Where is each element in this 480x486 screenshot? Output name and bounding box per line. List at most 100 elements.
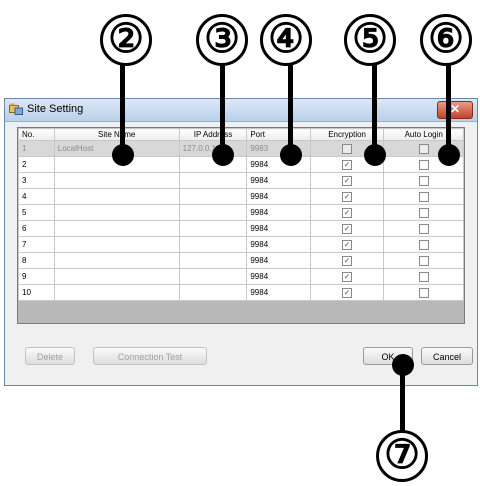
- auto-login-checkbox-cell: [383, 188, 464, 205]
- callout-2: ②: [100, 14, 152, 66]
- encryption-checkbox[interactable]: [342, 143, 353, 154]
- table-row[interactable]: 9 9984 ✓: [18, 268, 464, 285]
- encryption-checkbox-cell: ✓: [309, 236, 385, 253]
- encryption-checkbox[interactable]: ✓: [342, 223, 353, 234]
- row-number: 3: [18, 172, 55, 189]
- auto-login-checkbox-cell: [383, 172, 464, 189]
- auto-login-checkbox-cell: [383, 204, 464, 221]
- callout-3-leader: [220, 65, 225, 151]
- ip-address-cell[interactable]: [178, 220, 248, 237]
- auto-login-checkbox[interactable]: [418, 287, 429, 298]
- site-setting-icon: [9, 103, 23, 115]
- auto-login-checkbox[interactable]: [418, 239, 429, 250]
- auto-login-checkbox-cell: [383, 268, 464, 285]
- row-number: 1: [18, 140, 55, 157]
- ip-address-cell[interactable]: [178, 284, 248, 301]
- port-cell[interactable]: 9984: [246, 172, 311, 189]
- table-row[interactable]: 6 9984 ✓: [18, 220, 464, 237]
- encryption-checkbox[interactable]: ✓: [342, 207, 353, 218]
- site-name-cell[interactable]: [53, 204, 180, 221]
- callout-4: ④: [260, 14, 312, 66]
- port-cell[interactable]: 9984: [246, 252, 311, 269]
- site-name-cell[interactable]: [53, 220, 180, 237]
- callout-7-dot: [392, 354, 414, 376]
- header-auto-login: Auto Login: [383, 128, 464, 141]
- ip-address-cell[interactable]: [178, 268, 248, 285]
- callout-6-dot: [438, 144, 460, 166]
- auto-login-checkbox[interactable]: [418, 271, 429, 282]
- site-table: No. Site Name IP Address Port Encryption…: [17, 127, 465, 324]
- encryption-checkbox[interactable]: ✓: [342, 287, 353, 298]
- encryption-checkbox-cell: ✓: [309, 268, 385, 285]
- window-title: Site Setting: [27, 103, 84, 115]
- header-site-name: Site Name: [53, 128, 180, 141]
- table-row[interactable]: 10 9984 ✓: [18, 284, 464, 301]
- site-name-cell[interactable]: [53, 284, 180, 301]
- callout-3-dot: [212, 144, 234, 166]
- table-header-row: No. Site Name IP Address Port Encryption…: [18, 128, 464, 141]
- auto-login-checkbox[interactable]: [418, 159, 429, 170]
- connection-test-button[interactable]: Connection Test: [93, 347, 207, 365]
- row-number: 6: [18, 220, 55, 237]
- auto-login-checkbox[interactable]: [418, 255, 429, 266]
- encryption-checkbox[interactable]: ✓: [342, 271, 353, 282]
- table-row[interactable]: 7 9984 ✓: [18, 236, 464, 253]
- port-cell[interactable]: 9984: [246, 220, 311, 237]
- port-cell[interactable]: 9984: [246, 284, 311, 301]
- callout-2-leader: [120, 65, 125, 151]
- table-row[interactable]: 1 LocalHost 127.0.0.1 9983: [18, 140, 464, 157]
- header-port: Port: [246, 128, 311, 141]
- callout-5-dot: [364, 144, 386, 166]
- ip-address-cell[interactable]: [178, 204, 248, 221]
- callout-4-leader: [288, 65, 293, 151]
- site-name-cell[interactable]: [53, 268, 180, 285]
- delete-button[interactable]: Delete: [25, 347, 75, 365]
- callout-5-leader: [372, 65, 377, 151]
- port-cell[interactable]: 9984: [246, 268, 311, 285]
- site-name-cell[interactable]: [53, 172, 180, 189]
- auto-login-checkbox[interactable]: [418, 143, 429, 154]
- row-number: 8: [18, 252, 55, 269]
- table-row[interactable]: 8 9984 ✓: [18, 252, 464, 269]
- close-button[interactable]: ✕: [437, 101, 473, 119]
- ip-address-cell[interactable]: [178, 188, 248, 205]
- auto-login-checkbox-cell: [383, 236, 464, 253]
- table-row[interactable]: 4 9984 ✓: [18, 188, 464, 205]
- encryption-checkbox[interactable]: ✓: [342, 159, 353, 170]
- encryption-checkbox-cell: ✓: [309, 188, 385, 205]
- table-row[interactable]: 2 9984 ✓: [18, 156, 464, 173]
- site-name-cell[interactable]: [53, 236, 180, 253]
- row-number: 2: [18, 156, 55, 173]
- encryption-checkbox-cell: ✓: [309, 172, 385, 189]
- header-no: No.: [18, 128, 55, 141]
- auto-login-checkbox-cell: [383, 284, 464, 301]
- auto-login-checkbox-cell: [383, 252, 464, 269]
- port-cell[interactable]: 9984: [246, 236, 311, 253]
- encryption-checkbox[interactable]: ✓: [342, 255, 353, 266]
- auto-login-checkbox[interactable]: [418, 223, 429, 234]
- table-row[interactable]: 3 9984 ✓: [18, 172, 464, 189]
- ip-address-cell[interactable]: [178, 252, 248, 269]
- ip-address-cell[interactable]: [178, 172, 248, 189]
- encryption-checkbox[interactable]: ✓: [342, 175, 353, 186]
- auto-login-checkbox[interactable]: [418, 207, 429, 218]
- row-number: 9: [18, 268, 55, 285]
- encryption-checkbox[interactable]: ✓: [342, 239, 353, 250]
- ip-address-cell[interactable]: [178, 236, 248, 253]
- callout-5: ⑤: [344, 14, 396, 66]
- callout-6: ⑥: [420, 14, 472, 66]
- cancel-button[interactable]: Cancel: [421, 347, 473, 365]
- row-number: 5: [18, 204, 55, 221]
- port-cell[interactable]: 9984: [246, 188, 311, 205]
- site-name-cell[interactable]: [53, 252, 180, 269]
- auto-login-checkbox[interactable]: [418, 191, 429, 202]
- port-cell[interactable]: 9984: [246, 204, 311, 221]
- auto-login-checkbox-cell: [383, 220, 464, 237]
- encryption-checkbox[interactable]: ✓: [342, 191, 353, 202]
- site-name-cell[interactable]: [53, 188, 180, 205]
- row-number: 7: [18, 236, 55, 253]
- table-row[interactable]: 5 9984 ✓: [18, 204, 464, 221]
- auto-login-checkbox[interactable]: [418, 175, 429, 186]
- header-ip-address: IP Address: [178, 128, 248, 141]
- callout-2-dot: [112, 144, 134, 166]
